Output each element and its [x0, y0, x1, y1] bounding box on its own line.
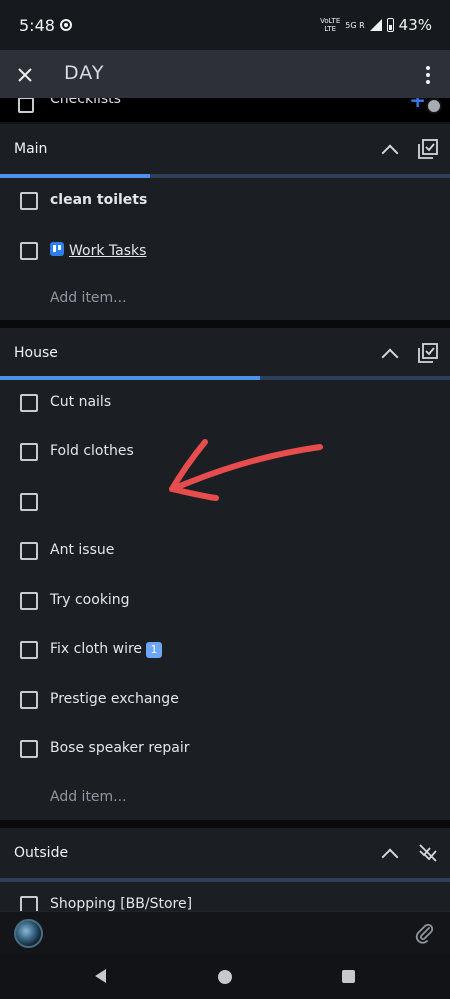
list-item[interactable]: Shopping [BB/Store]	[0, 880, 450, 911]
add-item-button[interactable]: Add item...	[50, 290, 127, 306]
list-item[interactable]: Fix cloth wire 1	[0, 625, 450, 675]
item-checkbox[interactable]	[20, 242, 38, 260]
item-label: Try cooking	[50, 592, 130, 608]
checklists-row[interactable]: Checklists +	[0, 98, 450, 122]
signal-icon	[369, 19, 382, 31]
add-item-button[interactable]: Add item...	[50, 789, 127, 805]
section-title: House	[14, 345, 58, 361]
check-all-icon[interactable]	[418, 139, 438, 159]
item-checkbox[interactable]	[20, 641, 38, 659]
check-all-icon[interactable]	[418, 343, 438, 363]
item-label: Shopping [BB/Store]	[50, 896, 193, 911]
checklist-icon	[18, 98, 34, 113]
add-icon[interactable]: +	[409, 98, 426, 112]
chevron-up-icon[interactable]	[382, 142, 398, 158]
notification-icon	[60, 19, 72, 31]
checklist-content[interactable]: Checklists + Main clean toilets Work Tas…	[0, 98, 450, 911]
item-checkbox[interactable]	[20, 896, 38, 911]
item-label: Bose speaker repair	[50, 740, 190, 756]
section-header[interactable]: Outside	[0, 828, 450, 880]
item-checkbox[interactable]	[20, 542, 38, 560]
paperclip-icon[interactable]	[414, 922, 436, 944]
section-title: Outside	[14, 845, 69, 861]
volte-bottom: LTE	[324, 25, 336, 33]
system-nav-bar	[0, 954, 450, 999]
network-type: 5G R	[345, 20, 365, 30]
back-icon[interactable]	[95, 969, 106, 983]
battery-icon	[386, 18, 394, 32]
app-bar: DAY	[0, 50, 450, 98]
list-item[interactable]: Try cooking	[0, 576, 450, 626]
item-label: Fold clothes	[50, 443, 134, 459]
item-label: Ant issue	[50, 542, 115, 558]
list-item[interactable]: Work Tasks	[0, 226, 450, 276]
list-item[interactable]: Fold clothes	[0, 427, 450, 477]
trello-icon	[50, 242, 64, 256]
item-label-wrap: Fix cloth wire 1	[50, 641, 163, 658]
list-item[interactable]: Bose speaker repair	[0, 724, 450, 774]
section-header[interactable]: House	[0, 328, 450, 380]
section-header[interactable]: Main	[0, 124, 450, 176]
item-checkbox[interactable]	[20, 192, 38, 210]
list-item[interactable]: Prestige exchange	[0, 675, 450, 725]
section-divider	[0, 320, 450, 328]
chevron-up-icon[interactable]	[382, 346, 398, 362]
floating-dot[interactable]	[426, 98, 442, 114]
item-checkbox[interactable]	[20, 740, 38, 758]
status-indicators: VoLTE LTE 5G R 43%	[320, 15, 432, 35]
item-checkbox[interactable]	[20, 443, 38, 461]
bottom-bar	[0, 911, 450, 954]
section-divider	[0, 820, 450, 828]
checklists-label: Checklists	[50, 98, 121, 107]
list-item[interactable]: Cut nails	[0, 378, 450, 428]
list-item[interactable]: clean toilets	[0, 176, 450, 226]
chevron-up-icon[interactable]	[382, 846, 398, 862]
item-label-wrap: Work Tasks	[50, 242, 146, 259]
more-vert-icon[interactable]	[418, 64, 438, 86]
section-outside: Outside Shopping [BB/Store]	[0, 828, 450, 911]
uncheck-all-icon[interactable]	[418, 843, 438, 863]
item-label: clean toilets	[50, 192, 148, 208]
section-main: Main clean toilets Work Tasks Add item..…	[0, 124, 450, 320]
item-label: Cut nails	[50, 394, 112, 410]
status-time: 5:48	[19, 16, 55, 35]
battery-percent: 43%	[398, 16, 432, 34]
list-item[interactable]: Ant issue	[0, 526, 450, 576]
item-checkbox[interactable]	[20, 493, 38, 511]
item-label: Prestige exchange	[50, 691, 179, 707]
recents-icon[interactable]	[342, 970, 355, 983]
item-checkbox[interactable]	[20, 592, 38, 610]
work-tasks-link[interactable]: Work Tasks	[69, 243, 146, 259]
item-checkbox[interactable]	[20, 394, 38, 412]
item-label: Fix cloth wire	[50, 641, 143, 657]
volte-indicator: VoLTE LTE	[320, 17, 340, 33]
avatar[interactable]	[14, 919, 43, 948]
list-item[interactable]	[0, 477, 450, 527]
section-title: Main	[14, 141, 48, 157]
keycap-one-icon: 1	[146, 642, 163, 658]
volte-top: VoLTE	[320, 17, 341, 25]
home-icon[interactable]	[218, 970, 232, 984]
item-checkbox[interactable]	[20, 691, 38, 709]
close-icon[interactable]	[12, 62, 38, 88]
status-bar: 5:48 VoLTE LTE 5G R 43%	[0, 0, 450, 50]
page-title: DAY	[64, 62, 105, 84]
section-house: House Cut nails Fold clothes Ant issue T…	[0, 328, 450, 820]
